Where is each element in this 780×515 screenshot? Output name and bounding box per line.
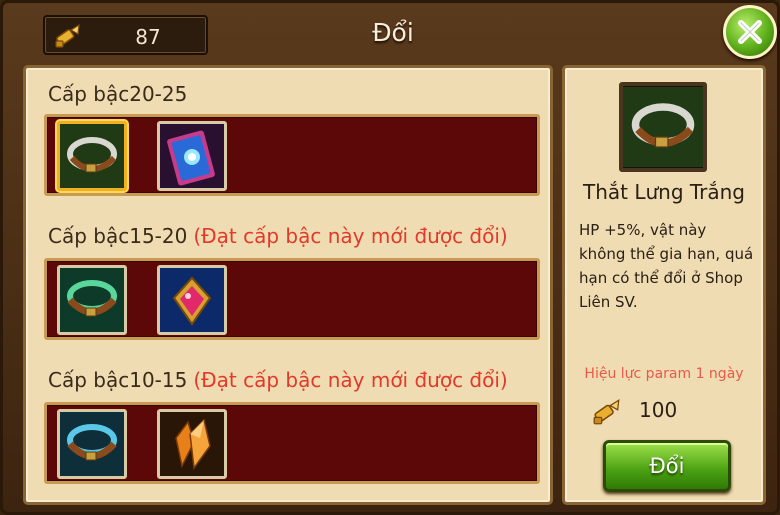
item-slot-green-belt[interactable]	[57, 265, 127, 335]
white-belt-icon	[623, 87, 703, 167]
tier-warning: (Đạt cấp bậc này mới được đổi)	[193, 224, 508, 248]
window-title: Đổi	[372, 18, 414, 47]
white-belt-icon	[60, 124, 124, 188]
item-slot-white-belt[interactable]	[57, 121, 127, 191]
bullet-token-icon	[55, 23, 80, 48]
blue-belt-icon	[60, 412, 124, 476]
item-slot-red-amulet[interactable]	[157, 265, 227, 335]
red-amulet-icon	[160, 268, 224, 332]
tier-range: Cấp bậc20-25	[48, 82, 188, 106]
tier-range: Cấp bậc10-15	[48, 368, 188, 392]
tier-label: Cấp bậc20-25	[48, 82, 193, 106]
item-preview	[619, 82, 707, 172]
close-button[interactable]	[723, 5, 777, 59]
tier-item-strip	[44, 114, 540, 196]
orange-crystal-icon	[160, 412, 224, 476]
tier-range: Cấp bậc15-20	[48, 224, 188, 248]
item-slot-blue-card[interactable]	[157, 121, 227, 191]
bullet-token-icon	[593, 399, 620, 425]
item-slot-blue-belt[interactable]	[57, 409, 127, 479]
exchange-button[interactable]: Đổi	[603, 440, 731, 492]
tier-label: Cấp bậc10-15 (Đạt cấp bậc này mới được đổ…	[48, 368, 508, 392]
item-detail-panel: Thắt Lưng Trắng HP +5%, vật này không th…	[562, 65, 766, 505]
blue-card-icon	[160, 124, 224, 188]
item-price: 100	[639, 398, 678, 422]
tier-warning: (Đạt cấp bậc này mới được đổi)	[193, 368, 508, 392]
tier-item-strip	[44, 258, 540, 340]
green-belt-icon	[60, 268, 124, 332]
close-x-icon	[738, 20, 762, 44]
tier-item-strip	[44, 402, 540, 484]
currency-display: 87	[43, 15, 208, 55]
item-slot-orange-crystal[interactable]	[157, 409, 227, 479]
exchange-window: 87 Đổi Cấp bậc20-25 Cấp bậc15-20 (Đạt cấ…	[0, 0, 780, 515]
currency-value: 87	[135, 25, 161, 49]
tier-label: Cấp bậc15-20 (Đạt cấp bậc này mới được đổ…	[48, 224, 508, 248]
item-description: HP +5%, vật này không thể gia hạn, quá h…	[579, 221, 754, 311]
item-name: Thắt Lưng Trắng	[582, 180, 746, 204]
item-validity: Hiệu lực param 1 ngày	[584, 366, 744, 382]
window-header: 87 Đổi	[3, 3, 780, 61]
tier-list-panel: Cấp bậc20-25 Cấp bậc15-20 (Đạt cấp bậc n…	[23, 65, 553, 505]
